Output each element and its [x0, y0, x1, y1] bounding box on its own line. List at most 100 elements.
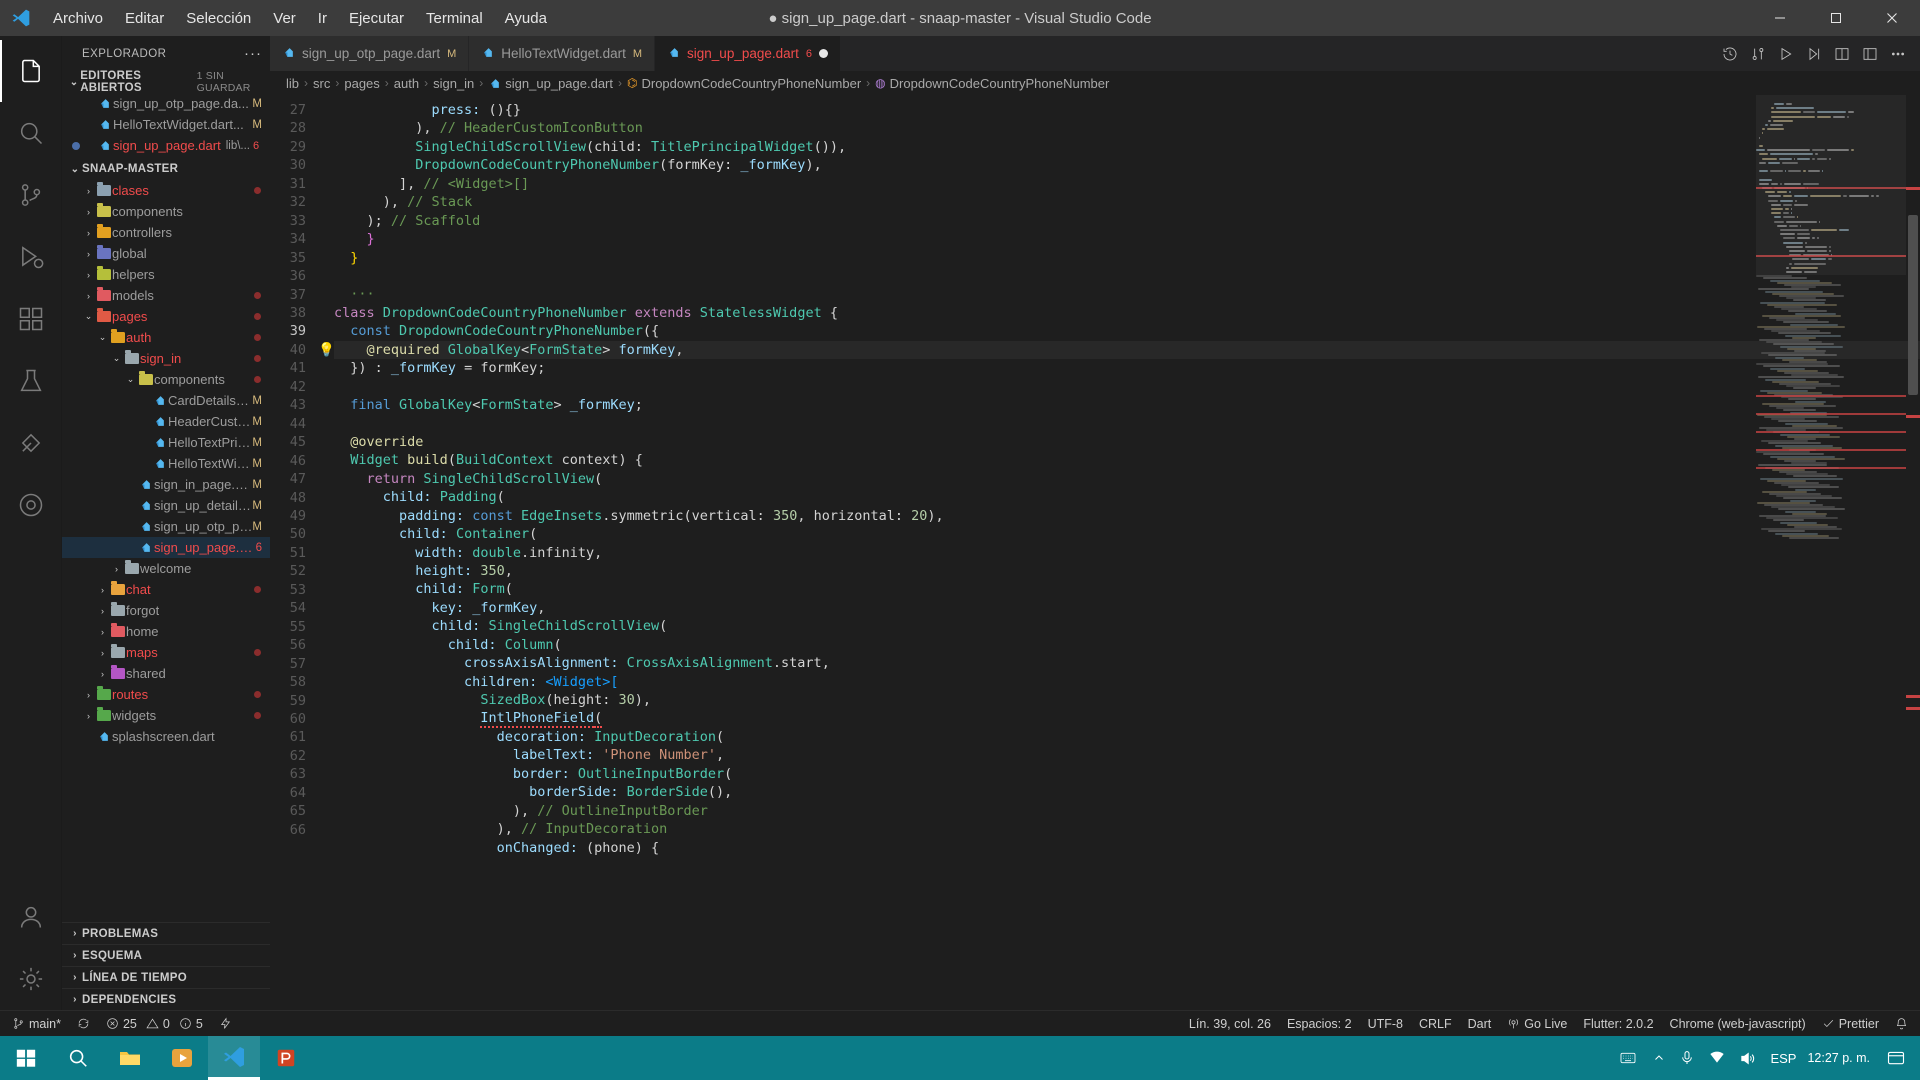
tree-folder-shared[interactable]: › shared — [62, 663, 270, 684]
open-editor-item[interactable]: HelloTextWidget.dart... M — [62, 114, 270, 135]
code-line[interactable]: child: SingleChildScrollView( — [334, 617, 1920, 635]
tree-folder-welcome[interactable]: › welcome — [62, 558, 270, 579]
menu-seleccion[interactable]: Selección — [175, 5, 262, 32]
status-sync[interactable] — [69, 1011, 98, 1037]
tree-file-HelloTextPrinc...[interactable]: HelloTextPrinc...M — [62, 432, 270, 453]
panel-dependencies[interactable]: › DEPENDENCIES — [62, 988, 270, 1010]
code-line[interactable]: Widget build(BuildContext context) { — [334, 451, 1920, 469]
vscode-taskbar-button[interactable] — [208, 1036, 260, 1080]
activity-accounts[interactable] — [0, 886, 62, 948]
code-line[interactable]: crossAxisAlignment: CrossAxisAlignment.s… — [334, 654, 1920, 672]
section-open-editors[interactable]: ⌄ EDITORES ABIERTOS 1 SIN GUARDAR — [62, 70, 270, 94]
tree-file-sign_up_page.dart[interactable]: sign_up_page.dart 6 — [62, 537, 270, 558]
breadcrumb-pages[interactable]: pages — [344, 76, 379, 91]
code-line[interactable]: ), // Stack — [334, 193, 1920, 211]
menu-terminal[interactable]: Terminal — [415, 5, 494, 32]
tree-folder-chat[interactable]: › chat — [62, 579, 270, 600]
status-branch[interactable]: main* — [4, 1011, 69, 1037]
minimap[interactable] — [1756, 95, 1906, 1010]
language-indicator[interactable]: ESP — [1763, 1036, 1803, 1080]
tab-sign-up-otp-page[interactable]: sign_up_otp_page.dart M — [270, 36, 470, 71]
code-line[interactable]: ], // <Widget>[] — [334, 175, 1920, 193]
panel-problemas[interactable]: › PROBLEMAS — [62, 922, 270, 944]
tree-folder-forgot[interactable]: › forgot — [62, 600, 270, 621]
breadcrumb-sign-in[interactable]: sign_in — [433, 76, 474, 91]
file-explorer-button[interactable] — [104, 1036, 156, 1080]
tab-hello-text-widget[interactable]: HelloTextWidget.dart M — [469, 36, 656, 71]
code-line[interactable]: class DropdownCodeCountryPhoneNumber ext… — [334, 304, 1920, 322]
minimap-slider[interactable] — [1756, 95, 1906, 276]
menu-ver[interactable]: Ver — [262, 5, 307, 32]
code-line[interactable]: height: 350, — [334, 562, 1920, 580]
section-project[interactable]: ⌄ SNAAP-MASTER — [62, 158, 270, 180]
status-cursor-position[interactable]: Lín. 39, col. 26 — [1181, 1011, 1279, 1037]
code-line[interactable]: child: Padding( — [334, 488, 1920, 506]
code-line[interactable]: const DropdownCodeCountryPhoneNumber({ — [334, 322, 1920, 340]
breadcrumb-constructor[interactable]: DropdownCodeCountryPhoneNumber — [890, 76, 1110, 91]
start-button[interactable] — [0, 1036, 52, 1080]
code-content[interactable]: press: (){} ), // HeaderCustomIconButton… — [334, 95, 1920, 1010]
tree-folder-clases[interactable]: › clases — [62, 180, 270, 201]
code-line[interactable]: }) : _formKey = formKey; — [334, 359, 1920, 377]
status-eol[interactable]: CRLF — [1411, 1011, 1460, 1037]
chevron-up-tray-icon[interactable] — [1646, 1036, 1672, 1080]
sidebar-more-icon[interactable]: ··· — [244, 45, 262, 62]
status-ports[interactable] — [211, 1011, 240, 1037]
code-line[interactable]: child: Column( — [334, 636, 1920, 654]
tree-file-HeaderCusto...[interactable]: HeaderCusto... M — [62, 411, 270, 432]
split-compare-icon[interactable] — [1744, 36, 1772, 71]
activity-explorer[interactable] — [0, 40, 62, 102]
tree-folder-controllers[interactable]: › controllers — [62, 222, 270, 243]
run-debug-icon[interactable] — [1800, 36, 1828, 71]
close-button[interactable] — [1864, 0, 1920, 36]
tree-folder-maps[interactable]: › maps — [62, 642, 270, 663]
status-notifications[interactable] — [1887, 1011, 1916, 1037]
tree-file-sign_up_details...[interactable]: sign_up_details... M — [62, 495, 270, 516]
media-player-button[interactable] — [156, 1036, 208, 1080]
minimize-button[interactable] — [1752, 0, 1808, 36]
menu-ir[interactable]: Ir — [307, 5, 338, 32]
code-line[interactable]: IntlPhoneField( — [334, 709, 1920, 729]
code-line[interactable]: SizedBox(height: 30), — [334, 691, 1920, 709]
status-indentation[interactable]: Espacios: 2 — [1279, 1011, 1360, 1037]
tree-folder-auth[interactable]: ⌄ auth — [62, 327, 270, 348]
code-line[interactable]: press: (){} — [334, 101, 1920, 119]
keyboard-tray-icon[interactable] — [1610, 1036, 1646, 1080]
activity-search[interactable] — [0, 102, 62, 164]
tree-folder-global[interactable]: › global — [62, 243, 270, 264]
open-editor-item-active[interactable]: sign_up_page.dart lib\... 6 — [62, 135, 270, 156]
status-go-live[interactable]: Go Live — [1499, 1011, 1575, 1037]
menu-archivo[interactable]: Archivo — [42, 5, 114, 32]
tab-sign-up-page[interactable]: sign_up_page.dart 6 — [655, 36, 841, 71]
code-line[interactable]: @required GlobalKey<FormState> formKey, — [334, 340, 1920, 360]
menu-ejecutar[interactable]: Ejecutar — [338, 5, 415, 32]
code-line[interactable]: ), // InputDecoration — [334, 820, 1920, 838]
activity-extensions[interactable] — [0, 288, 62, 350]
code-line[interactable]: borderSide: BorderSide(), — [334, 783, 1920, 801]
breadcrumb-class[interactable]: DropdownCodeCountryPhoneNumber — [641, 76, 861, 91]
code-line[interactable]: ), // OutlineInputBorder — [334, 802, 1920, 820]
panel-linea-de-tiempo[interactable]: › LÍNEA DE TIEMPO — [62, 966, 270, 988]
tree-file-CardDetailsCo...[interactable]: CardDetailsCo...M — [62, 390, 270, 411]
code-line[interactable]: ); // Scaffold — [334, 212, 1920, 230]
fold-column[interactable]: 💡 — [318, 95, 335, 1010]
menu-ayuda[interactable]: Ayuda — [494, 5, 558, 32]
code-line[interactable]: SingleChildScrollView(child: TitlePrinci… — [334, 138, 1920, 156]
run-icon[interactable] — [1772, 36, 1800, 71]
code-line[interactable] — [334, 267, 1920, 285]
code-line[interactable]: child: Form( — [334, 580, 1920, 598]
activity-settings[interactable] — [0, 948, 62, 1010]
code-line[interactable]: final GlobalKey<FormState> _formKey; — [334, 396, 1920, 414]
tree-folder-pages[interactable]: ⌄ pages — [62, 306, 270, 327]
tree-folder-components[interactable]: ⌄ components — [62, 369, 270, 390]
code-line[interactable]: ), // HeaderCustomIconButton — [334, 119, 1920, 137]
code-line[interactable]: key: _formKey, — [334, 599, 1920, 617]
volume-tray-icon[interactable] — [1732, 1036, 1763, 1080]
breadcrumb-lib[interactable]: lib — [286, 76, 299, 91]
maximize-button[interactable] — [1808, 0, 1864, 36]
tab-dirty-dot-icon[interactable] — [819, 49, 828, 58]
code-line[interactable]: width: double.infinity, — [334, 544, 1920, 562]
status-flutter-device[interactable]: Chrome (web-javascript) — [1662, 1011, 1814, 1037]
status-problems[interactable]: 25 0 5 — [98, 1011, 211, 1037]
code-line[interactable]: return SingleChildScrollView( — [334, 470, 1920, 488]
